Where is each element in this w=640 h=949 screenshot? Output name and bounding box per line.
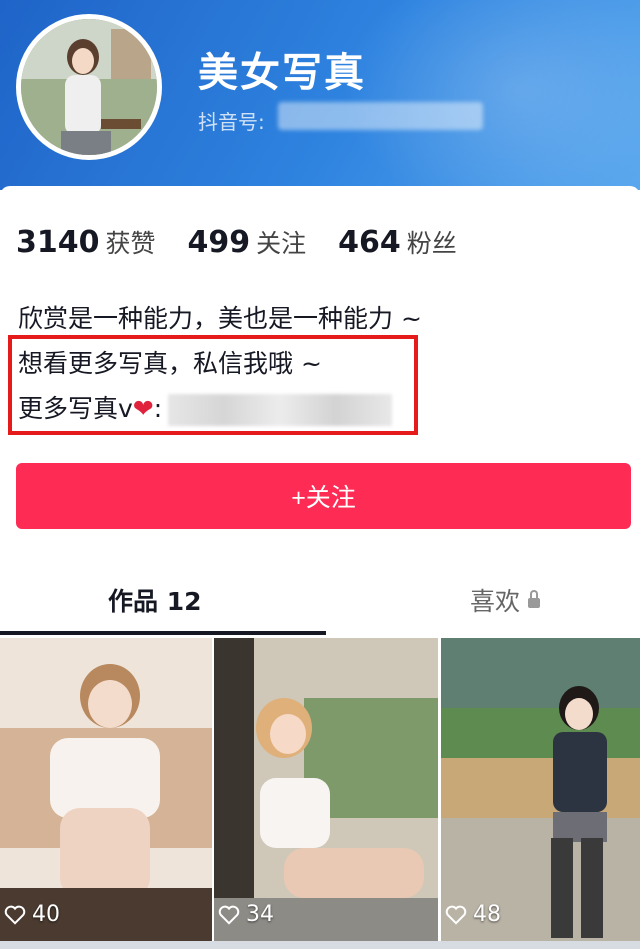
- stat-value: 499: [187, 225, 251, 260]
- stat-label: 关注: [256, 229, 307, 258]
- active-tab-indicator: [0, 631, 326, 635]
- follow-button[interactable]: +关注: [16, 463, 631, 529]
- like-count-value: 48: [473, 902, 501, 927]
- stat-value: 464: [338, 225, 401, 260]
- tab-works[interactable]: 作品 12: [108, 582, 202, 618]
- video-thumbnail[interactable]: 48: [441, 638, 640, 949]
- avatar[interactable]: [16, 14, 162, 160]
- video-thumbnail[interactable]: 40: [0, 638, 212, 949]
- douyin-id-label: 抖音号:: [198, 110, 265, 134]
- profile-name: 美女写真: [198, 50, 366, 96]
- stat-label: 粉丝: [406, 229, 457, 258]
- like-count-value: 34: [246, 902, 274, 927]
- heart-outline-icon: [445, 905, 467, 925]
- video-grid: 40 34 48: [0, 638, 640, 949]
- heart-outline-icon: [218, 905, 240, 925]
- tab-likes[interactable]: 喜欢: [470, 582, 541, 618]
- like-count-value: 40: [32, 902, 60, 927]
- douyin-id-redacted: [278, 102, 483, 130]
- avatar-photo: [21, 19, 157, 155]
- stat-label: 获赞: [105, 229, 156, 258]
- like-count: 48: [445, 902, 501, 927]
- heart-outline-icon: [4, 905, 26, 925]
- tab-likes-label: 喜欢: [470, 587, 521, 616]
- like-count: 34: [218, 902, 274, 927]
- stat-followers[interactable]: 464 粉丝: [338, 224, 457, 260]
- stat-value: 3140: [16, 225, 100, 260]
- stats-row: 3140 获赞 499 关注 464 粉丝: [16, 224, 457, 260]
- stat-following[interactable]: 499 关注: [188, 224, 307, 260]
- lock-icon: [528, 590, 541, 608]
- profile-header: 美女写真 抖音号:: [0, 0, 640, 190]
- profile-tabs: 作品 12 喜欢: [0, 570, 640, 636]
- next-row-thumbnails: [0, 941, 640, 949]
- video-thumbnail[interactable]: 34: [214, 638, 438, 949]
- stat-likes-received[interactable]: 3140 获赞: [16, 224, 156, 260]
- highlight-annotation-box: [8, 335, 418, 435]
- like-count: 40: [4, 902, 60, 927]
